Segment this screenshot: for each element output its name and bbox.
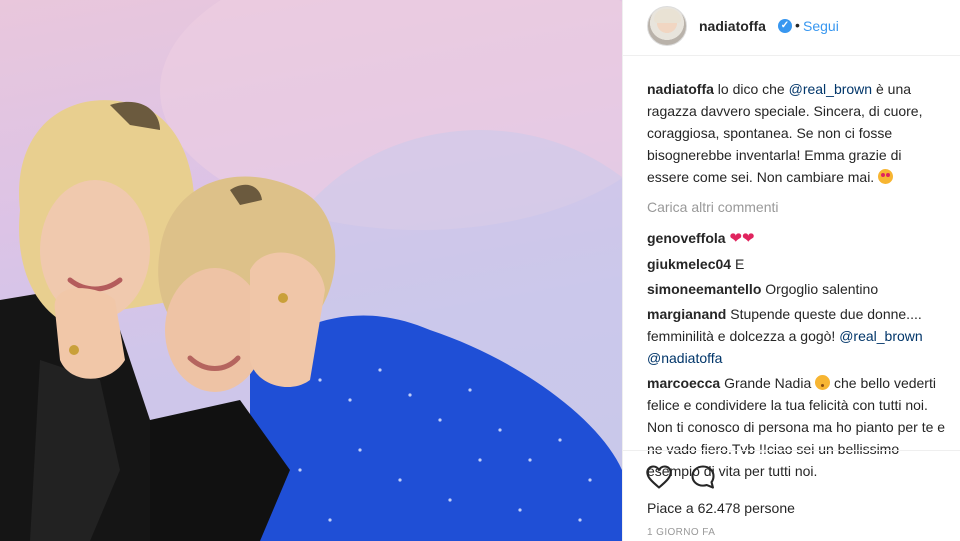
heart-eyes-emoji-icon xyxy=(878,169,894,184)
post-actions: Piace a 62.478 persone 1 GIORNO FA xyxy=(623,450,960,538)
comment-username[interactable]: simoneemantello xyxy=(647,281,761,297)
instagram-post: nadiatoffa ✓ • Segui nadiatoffa lo dico … xyxy=(0,0,960,541)
comment-username[interactable]: giukmelec04 xyxy=(647,256,731,272)
comment-bubble-icon[interactable] xyxy=(689,463,717,491)
comment-mention[interactable]: @real_brown xyxy=(839,328,922,344)
caption: nadiatoffa lo dico che @real_brown è una… xyxy=(647,78,947,188)
load-more-comments-button[interactable]: Carica altri commenti xyxy=(647,196,947,218)
comments-section: nadiatoffa lo dico che @real_brown è una… xyxy=(647,78,947,485)
verified-badge-icon: ✓ xyxy=(778,19,792,33)
caption-text-start: lo dico che xyxy=(717,81,789,97)
comment-username[interactable]: marcoecca xyxy=(647,375,720,391)
comment-text: Grande Nadia xyxy=(724,375,816,391)
header-separator: • xyxy=(795,17,800,33)
comment-item: genoveffola ❤❤ xyxy=(647,227,947,250)
comment-text: E xyxy=(734,256,745,272)
comment-item: giukmelec04 E xyxy=(647,253,947,275)
post-timestamp: 1 GIORNO FA xyxy=(647,527,716,538)
comment-item: margianand Stupende queste due donne....… xyxy=(647,303,947,369)
follow-button[interactable]: Segui xyxy=(803,18,839,34)
post-header: nadiatoffa ✓ • Segui xyxy=(623,0,960,56)
comment-text: Orgoglio salentino xyxy=(765,281,879,297)
header-username[interactable]: nadiatoffa xyxy=(699,18,766,34)
post-side-panel: nadiatoffa ✓ • Segui nadiatoffa lo dico … xyxy=(622,0,960,541)
likes-count[interactable]: Piace a 62.478 persone xyxy=(647,500,795,516)
comment-username[interactable]: margianand xyxy=(647,306,726,322)
red-heart-emoji-icon: ❤❤ xyxy=(729,230,755,247)
avatar[interactable] xyxy=(647,6,687,46)
post-photo[interactable] xyxy=(0,0,622,541)
comment-username[interactable]: genoveffola xyxy=(647,230,726,246)
kissing-face-emoji-icon xyxy=(815,375,831,390)
photo-illustration xyxy=(0,0,622,541)
comment-item: simoneemantello Orgoglio salentino xyxy=(647,278,947,300)
heart-outline-icon[interactable] xyxy=(645,463,673,491)
caption-mention[interactable]: @real_brown xyxy=(789,81,872,97)
comment-mention[interactable]: @nadiatoffa xyxy=(647,350,722,366)
caption-username[interactable]: nadiatoffa xyxy=(647,81,714,97)
